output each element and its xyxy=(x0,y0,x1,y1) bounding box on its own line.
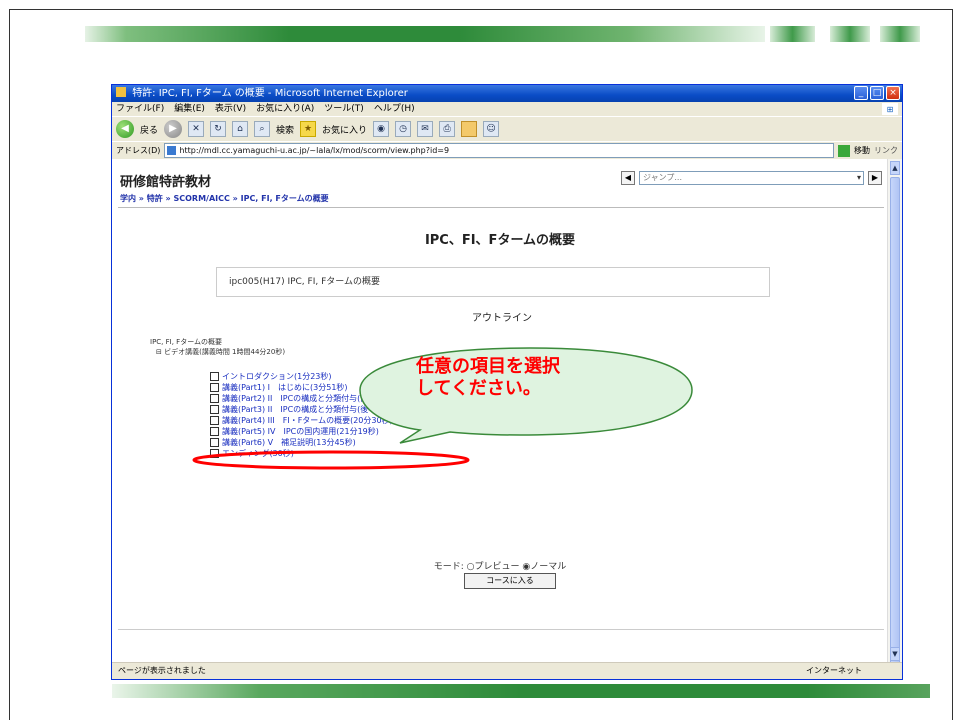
lesson-item[interactable]: 講義(Part6) V 補足説明(13分45秒) xyxy=(210,437,422,448)
prev-activity-button[interactable]: ◀ xyxy=(621,171,635,185)
next-activity-button[interactable]: ▶ xyxy=(868,171,882,185)
lesson-item[interactable]: 講義(Part4) III FI・Fタームの概要(20分30秒) xyxy=(210,415,422,426)
lesson-item[interactable]: 講義(Part2) II IPCの構成と分類付与(前半)(16分58秒) xyxy=(210,393,422,404)
site-title: 研修館特許教材 xyxy=(120,175,212,190)
links-label[interactable]: リンク xyxy=(874,145,902,156)
window-title: 特許: IPC, FI, Fターム の概要 - Microsoft Intern… xyxy=(132,88,408,99)
title-bar: 特許: IPC, FI, Fターム の概要 - Microsoft Intern… xyxy=(112,85,902,102)
print-icon[interactable]: ⎙ xyxy=(439,121,456,137)
lesson-item[interactable]: 講義(Part5) IV IPCの国内運用(21分19秒) xyxy=(210,426,422,437)
forward-icon[interactable]: ▶ xyxy=(164,120,183,138)
top-bar-segment xyxy=(880,26,920,42)
scrollbar-thumb[interactable] xyxy=(890,177,900,679)
checkbox-icon xyxy=(210,383,219,392)
lesson-link[interactable]: 講義(Part1) I はじめに(3分51秒) xyxy=(222,382,348,393)
checkbox-icon xyxy=(210,372,219,381)
favorites-label[interactable]: お気に入り xyxy=(322,123,367,136)
windows-logo-icon: ⊞ xyxy=(882,103,898,115)
search-icon[interactable]: ⌕ xyxy=(254,121,271,137)
toolbar: ◀ 戻る ▶ ✕ ↻ ⌂ ⌕ 検索 ★ お気に入り ◉ ◷ ✉ ⎙ ☺ xyxy=(112,116,902,141)
status-bar: ページが表示されました インターネット xyxy=(112,662,902,679)
media-icon[interactable]: ◉ xyxy=(373,121,390,137)
jump-select[interactable]: ジャンプ... xyxy=(639,171,864,185)
top-bar-segment xyxy=(830,26,870,42)
minimize-button[interactable]: _ xyxy=(854,86,868,100)
checkbox-icon xyxy=(210,394,219,403)
top-bar-segment xyxy=(770,26,815,42)
ie-icon xyxy=(116,87,126,97)
menu-help[interactable]: ヘルプ(H) xyxy=(374,102,415,116)
divider xyxy=(118,629,884,630)
maximize-button[interactable]: □ xyxy=(870,86,884,100)
page-content: 研修館特許教材 ◀ ジャンプ... ▶ 学内 » 特許 » SCORM/AICC… xyxy=(112,159,888,663)
search-label[interactable]: 検索 xyxy=(276,123,294,136)
menu-view[interactable]: 表示(V) xyxy=(215,102,246,116)
vertical-scrollbar[interactable]: ▲ ▼ xyxy=(887,159,902,679)
breadcrumb[interactable]: 学内 » 特許 » SCORM/AICC » IPC, FI, Fタームの概要 xyxy=(120,193,329,204)
mode-selector[interactable]: モード: ○プレビュー ◉ノーマル xyxy=(112,559,888,572)
home-icon[interactable]: ⌂ xyxy=(232,121,249,137)
messenger-icon[interactable]: ☺ xyxy=(483,121,500,137)
bottom-decorative-bar xyxy=(112,684,930,698)
checkbox-icon xyxy=(210,449,219,458)
lesson-item[interactable]: 講義(Part3) II IPCの構成と分類付与(後半)(20分54秒) xyxy=(210,404,422,415)
jump-menu: ◀ ジャンプ... ▶ xyxy=(621,171,882,185)
page-title: IPC、FI、Fタームの概要 xyxy=(424,233,576,248)
refresh-icon[interactable]: ↻ xyxy=(210,121,227,137)
go-label[interactable]: 移動 xyxy=(854,145,870,156)
lesson-item[interactable]: エンディング(30秒) xyxy=(210,448,422,459)
go-icon[interactable] xyxy=(838,144,850,157)
top-decorative-bar xyxy=(85,26,765,42)
lesson-link[interactable]: エンディング(30秒) xyxy=(222,448,294,459)
divider xyxy=(118,207,884,208)
history-icon[interactable]: ◷ xyxy=(395,121,412,137)
menu-bar: ファイル(F) 編集(E) 表示(V) お気に入り(A) ツール(T) ヘルプ(… xyxy=(112,102,902,116)
close-button[interactable]: × xyxy=(886,86,900,100)
lesson-item[interactable]: 講義(Part1) I はじめに(3分51秒) xyxy=(210,382,422,393)
scroll-down-icon[interactable]: ▼ xyxy=(890,647,900,661)
menu-tools[interactable]: ツール(T) xyxy=(324,102,364,116)
scroll-up-icon[interactable]: ▲ xyxy=(890,161,900,175)
lesson-link[interactable]: イントロダクション(1分23秒) xyxy=(222,371,332,382)
checkbox-icon xyxy=(210,438,219,447)
tree-title: IPC, FI, Fタームの概要 xyxy=(150,338,222,346)
lesson-link[interactable]: 講義(Part5) IV IPCの国内運用(21分19秒) xyxy=(222,426,379,437)
folder-icon[interactable] xyxy=(461,121,478,137)
security-zone: インターネット xyxy=(806,666,862,675)
summary-box: ipc005(H17) IPC, FI, Fタームの概要 xyxy=(216,267,770,297)
callout-text: 任意の項目を選択 してください。 xyxy=(416,356,560,399)
checkbox-icon xyxy=(210,405,219,414)
back-label[interactable]: 戻る xyxy=(140,123,158,136)
lesson-link[interactable]: 講義(Part6) V 補足説明(13分45秒) xyxy=(222,437,356,448)
address-bar: アドレス(D) http://mdl.cc.yamaguchi-u.ac.jp/… xyxy=(112,141,902,159)
outline-heading: アウトライン xyxy=(472,313,532,324)
mail-icon[interactable]: ✉ xyxy=(417,121,434,137)
menu-file[interactable]: ファイル(F) xyxy=(116,102,164,116)
lesson-list: イントロダクション(1分23秒) 講義(Part1) I はじめに(3分51秒)… xyxy=(210,371,422,459)
stop-icon[interactable]: ✕ xyxy=(188,121,205,137)
lesson-link[interactable]: 講義(Part4) III FI・Fタームの概要(20分30秒) xyxy=(222,415,393,426)
checkbox-icon xyxy=(210,427,219,436)
address-input[interactable]: http://mdl.cc.yamaguchi-u.ac.jp/~lala/lx… xyxy=(164,143,834,158)
lesson-item[interactable]: イントロダクション(1分23秒) xyxy=(210,371,422,382)
tree-section[interactable]: ⊟ ビデオ講義(講義時間 1時間44分20秒) xyxy=(156,347,285,357)
enter-course-button[interactable]: コースに入る xyxy=(464,573,556,589)
checkbox-icon xyxy=(210,416,219,425)
back-icon[interactable]: ◀ xyxy=(116,120,134,138)
menu-favorites[interactable]: お気に入り(A) xyxy=(256,102,314,116)
lesson-link[interactable]: 講義(Part3) II IPCの構成と分類付与(後半)(20分54秒) xyxy=(222,404,422,415)
lesson-link[interactable]: 講義(Part2) II IPCの構成と分類付与(前半)(16分58秒) xyxy=(222,393,422,404)
address-label: アドレス(D) xyxy=(116,146,161,155)
menu-edit[interactable]: 編集(E) xyxy=(174,102,205,116)
status-text: ページが表示されました xyxy=(118,666,206,675)
favorites-icon[interactable]: ★ xyxy=(300,121,317,137)
